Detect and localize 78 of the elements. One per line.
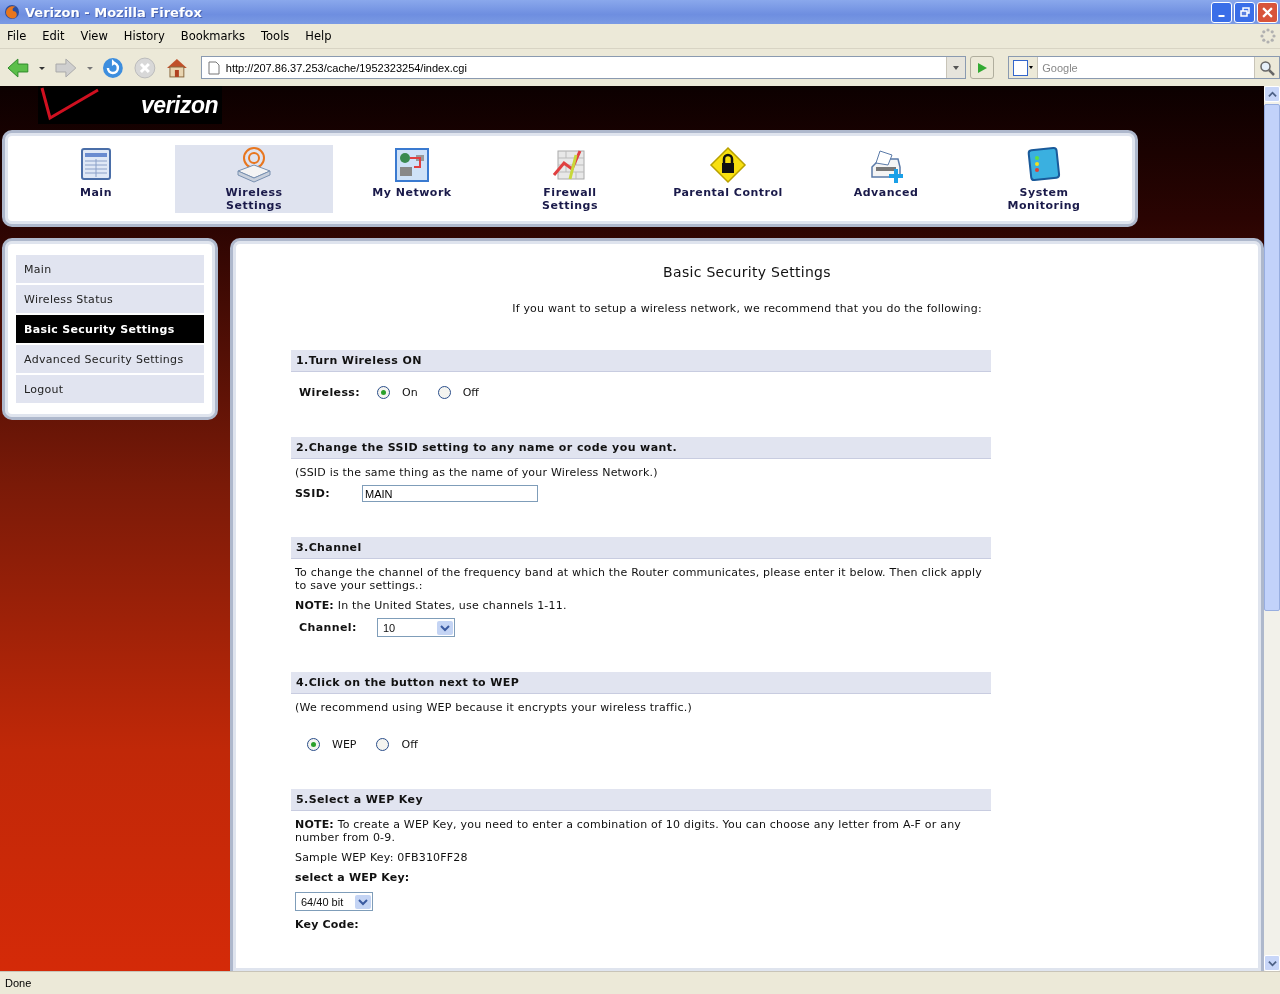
sidebar-item[interactable]: Basic Security Settings bbox=[16, 315, 204, 343]
caret-icon bbox=[437, 620, 453, 635]
address-field[interactable]: http://207.86.37.253/cache/1952323254/index.cgi bbox=[200, 56, 967, 79]
sidebar-item[interactable]: Wireless Status bbox=[16, 285, 204, 313]
scrollbar[interactable] bbox=[1264, 86, 1280, 971]
nav-tab[interactable]: My Network bbox=[333, 144, 491, 213]
nav-tab[interactable]: System Monitoring bbox=[965, 144, 1123, 213]
menu-item[interactable]: Tools bbox=[261, 29, 290, 43]
paragraph: To change the channel of the frequency band at which the Router communicates, please enter it below. Then click apply to save your settings.: bbox=[294, 566, 983, 592]
field-label: SSID: bbox=[295, 487, 331, 500]
nav-tab[interactable]: Main bbox=[17, 144, 175, 213]
padlock-icon bbox=[708, 144, 748, 185]
section-heading: 1.Turn Wireless ON bbox=[291, 350, 991, 372]
sidebar-item[interactable]: Advanced Security Settings bbox=[16, 345, 204, 373]
restore-icon bbox=[1239, 7, 1250, 17]
play-arrow-icon bbox=[976, 61, 989, 74]
menu-item[interactable]: File bbox=[7, 29, 27, 43]
minimize-button[interactable] bbox=[1211, 1, 1232, 23]
radio-button[interactable] bbox=[377, 385, 390, 399]
search-engine-button[interactable] bbox=[1009, 57, 1039, 78]
menu-item[interactable]: Help bbox=[305, 29, 332, 43]
dropdown[interactable]: 64/40 bit bbox=[295, 892, 373, 911]
sidebar-item[interactable]: Main bbox=[16, 255, 204, 283]
menu-item[interactable]: Edit bbox=[42, 29, 65, 43]
go-button[interactable] bbox=[970, 56, 995, 79]
status-text: Done bbox=[5, 977, 32, 989]
window-title: Verizon - Mozilla Firefox bbox=[25, 4, 203, 20]
section-heading: 4.Click on the button next to WEP bbox=[291, 672, 991, 694]
restore-button[interactable] bbox=[1234, 1, 1255, 23]
minimize-icon bbox=[1218, 15, 1225, 17]
scroll-down-icon[interactable] bbox=[1267, 958, 1277, 968]
field-label: Wireless: bbox=[299, 385, 362, 399]
radio-option[interactable]: WEP bbox=[307, 737, 357, 751]
radio-option[interactable]: Off bbox=[437, 385, 479, 399]
logo: verizon bbox=[38, 86, 222, 124]
section-heading: 2.Change the SSID setting to any name or code you want. bbox=[291, 437, 991, 459]
search-bar[interactable]: Google bbox=[1008, 56, 1280, 79]
radio-button[interactable] bbox=[437, 385, 451, 399]
paragraph: NOTE: In the United States, use channels 1-11. bbox=[294, 599, 568, 612]
paragraph: (SSID is the same thing as the name of your Wireless Network.) bbox=[294, 466, 659, 479]
menu-item[interactable]: View bbox=[80, 29, 108, 43]
caret-icon bbox=[952, 63, 961, 72]
intro-text: If you want to setup a wireless network, we recommend that you do the following: bbox=[511, 302, 983, 315]
section-heading: 3.Channel bbox=[291, 537, 991, 559]
paragraph: NOTE: To create a WEP Key, you need to enter a combination of 10 digits. You can choose any letter from A-F or any number from 0-9. bbox=[294, 818, 962, 844]
router-icon bbox=[234, 144, 274, 185]
caret-icon bbox=[355, 894, 371, 909]
close-button[interactable] bbox=[1257, 1, 1278, 23]
radio-option[interactable]: On bbox=[377, 385, 418, 399]
paragraph: select a WEP Key: bbox=[294, 871, 411, 884]
paragraph: Key Code: bbox=[294, 918, 360, 931]
radio-button[interactable] bbox=[376, 737, 390, 751]
search-button[interactable] bbox=[1254, 57, 1279, 78]
text-field[interactable]: MAIN bbox=[362, 485, 538, 502]
dropdown[interactable]: 10 bbox=[377, 618, 455, 637]
paragraph: (We recommend using WEP because it encrypts your wireless traffic.) bbox=[294, 701, 693, 714]
nav-tab[interactable]: Firewall Settings bbox=[491, 144, 649, 213]
page-title: Basic Security Settings bbox=[662, 264, 832, 280]
nav-tab[interactable]: Advanced bbox=[807, 144, 965, 213]
section-heading: 5.Select a WEP Key bbox=[291, 789, 991, 811]
radio-button[interactable] bbox=[307, 737, 320, 751]
nav-tab[interactable]: Parental Control bbox=[649, 144, 807, 213]
sidebar-item[interactable]: Logout bbox=[16, 375, 204, 403]
search-icon bbox=[1259, 59, 1275, 76]
browser-logo-icon bbox=[4, 4, 20, 20]
menu-item[interactable]: History bbox=[123, 29, 165, 43]
scroll-up-icon[interactable] bbox=[1267, 89, 1277, 99]
close-icon bbox=[1262, 6, 1273, 18]
field-label: Channel: bbox=[299, 621, 358, 634]
throbber-icon bbox=[1260, 28, 1276, 44]
menu-item[interactable]: Bookmarks bbox=[180, 29, 245, 43]
dropdown-button[interactable] bbox=[946, 57, 966, 78]
nav-tab[interactable]: Wireless Settings bbox=[175, 144, 333, 213]
reload-icon[interactable] bbox=[101, 55, 126, 80]
paragraph: Sample WEP Key: 0FB310FF28 bbox=[294, 851, 469, 864]
back-arrow-icon[interactable] bbox=[6, 55, 30, 80]
page-icon bbox=[207, 60, 220, 75]
radio-option[interactable]: Off bbox=[376, 737, 418, 751]
